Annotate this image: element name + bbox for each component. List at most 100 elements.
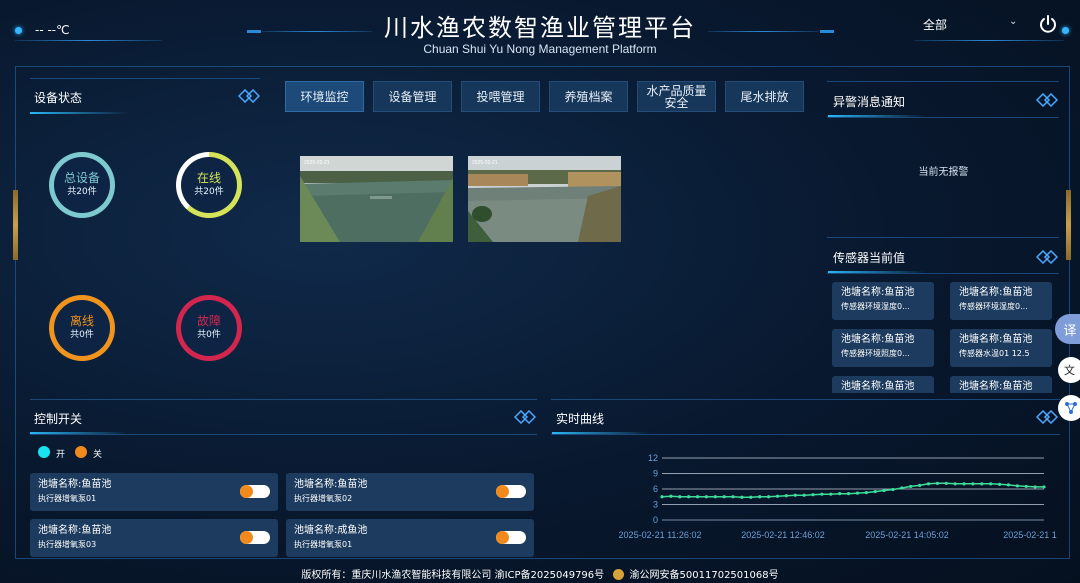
data-point [695, 495, 700, 499]
chevron-down-icon[interactable]: ⌄ [1009, 16, 1017, 27]
data-point [882, 488, 886, 493]
data-point [989, 482, 993, 486]
data-point [935, 481, 939, 485]
region-select[interactable]: 全部 [923, 16, 947, 33]
sensor-card[interactable]: 池塘名称:鱼苗池 [832, 376, 934, 393]
legend-on-dot [38, 446, 50, 458]
switch-toggle[interactable] [240, 531, 270, 544]
tab-environment-monitoring[interactable]: 环境监控 [285, 81, 364, 112]
camera-feed-1[interactable]: 2025-02-21 [300, 156, 453, 242]
ring-offline: 离线共0件 [49, 295, 115, 361]
sensor-card[interactable]: 池塘名称:鱼苗池 传感器水温01 12.5 [950, 329, 1052, 367]
diamond-icon [237, 88, 261, 104]
tab-breeding-records[interactable]: 养殖档案 [549, 81, 628, 112]
page-subtitle: Chuan Shui Yu Nong Management Platform [423, 42, 657, 56]
ring-label: 故障 [196, 314, 221, 328]
sensor-card-list[interactable]: 池塘名称:鱼苗池 传感器环境湿度0... 池塘名称:鱼苗池 传感器环境湿度0..… [827, 280, 1060, 393]
data-point [980, 482, 984, 486]
data-point [820, 492, 824, 496]
x-tick-label: 2025-02-21 11:26:02 [619, 530, 702, 540]
tab-device-management[interactable]: 设备管理 [373, 81, 452, 112]
footer-copyright: 版权所有：重庆川水渔农智能科技有限公司 渝ICP备2025049796号 [301, 570, 605, 581]
data-point [749, 495, 753, 499]
data-point [687, 495, 691, 499]
tab-feeding-management[interactable]: 投喂管理 [461, 81, 540, 112]
sensor-value: 传感器环境湿度0... [959, 302, 1028, 311]
frame-ornament [13, 190, 18, 260]
data-point [731, 495, 735, 499]
ring-total-devices: 总设备共20件 [49, 152, 115, 218]
alarm-empty-text: 当前无报警 [918, 167, 969, 178]
ring-count: 共20件 [194, 187, 224, 197]
translate-icon[interactable]: 文 [1058, 357, 1080, 383]
data-point [855, 491, 860, 495]
sensor-pond-name: 池塘名称:鱼苗池 [959, 287, 1033, 298]
data-point [713, 495, 717, 499]
switch-toggle[interactable] [496, 485, 526, 498]
diamond-icon [1035, 249, 1059, 265]
ring-label: 离线 [69, 314, 94, 328]
data-point [678, 495, 682, 499]
data-point [918, 483, 922, 487]
footer-police-record[interactable]: 渝公网安备50011702501068号 [630, 570, 779, 581]
data-point [758, 495, 762, 499]
data-point [900, 486, 904, 490]
data-point [926, 482, 931, 486]
ring-count: 共20件 [67, 187, 97, 197]
switch-card: 池塘名称:鱼苗池 执行器增氧泵01 [30, 473, 278, 511]
svg-text:2025-02-21: 2025-02-21 [472, 160, 498, 166]
ring-online: 在线共20件 [176, 152, 242, 218]
sensor-value: 传感器环境湿度0... [841, 302, 910, 311]
diamond-icon [1035, 92, 1059, 108]
tab-tailwater-discharge[interactable]: 尾水排放 [725, 81, 804, 112]
sensor-pond-name: 池塘名称:鱼苗池 [841, 287, 915, 298]
translate-tab[interactable]: 译 [1055, 314, 1080, 344]
data-point [784, 494, 788, 498]
sensor-value: 传感器水温01 12.5 [959, 349, 1030, 358]
tab-product-quality-safety[interactable]: 水产品质量安全 [637, 81, 716, 112]
svg-text:文: 文 [1064, 363, 1075, 377]
x-tick-label: 2025-02-21 12:46:02 [741, 530, 825, 540]
network-icon[interactable] [1058, 395, 1080, 421]
sensor-card[interactable]: 池塘名称:鱼苗池 传感器环境湿度0... [832, 282, 934, 320]
footer: 版权所有：重庆川水渔农智能科技有限公司 渝ICP备2025049796号 渝公网… [0, 566, 1080, 581]
switch-toggle[interactable] [240, 485, 270, 498]
camera-feed-2[interactable]: 2025-02-21 [468, 156, 621, 242]
legend-on-label: 开 [56, 450, 66, 460]
sensor-card[interactable]: 池塘名称:鱼苗池 传感器环境照度0... [832, 329, 934, 367]
control-title: 控制开关 [34, 412, 83, 426]
sensor-pond-name: 池塘名称:鱼苗池 [959, 334, 1033, 345]
svg-text:2025-02-21: 2025-02-21 [304, 160, 330, 166]
data-point [811, 493, 815, 497]
ring-count: 共0件 [197, 330, 221, 340]
data-point [1006, 483, 1011, 487]
ring-count: 共0件 [70, 330, 94, 340]
sensor-card[interactable]: 池塘名称:鱼苗池 [950, 376, 1052, 393]
diamond-icon [513, 409, 537, 425]
data-point [1024, 484, 1028, 489]
switch-card: 池塘名称:鱼苗池 执行器增氧泵03 [30, 519, 278, 557]
sensor-card[interactable]: 池塘名称:鱼苗池 传感器环境湿度0... [950, 282, 1052, 320]
realtime-line-chart[interactable]: 0 3 6 9 12 2025-02-21 11:26:02 2025-02-21 12:4… [600, 448, 1060, 548]
realtime-title: 实时曲线 [556, 412, 605, 426]
ring-label: 在线 [196, 171, 221, 185]
power-icon[interactable] [1038, 14, 1058, 34]
data-point [1042, 485, 1046, 489]
data-point [891, 487, 895, 492]
ring-label: 总设备 [63, 171, 100, 185]
switch-toggle[interactable] [496, 531, 526, 544]
data-point [775, 494, 780, 498]
data-point [873, 489, 877, 494]
y-tick-label: 0 [653, 515, 658, 525]
frame-ornament [1066, 190, 1071, 260]
data-point [740, 495, 744, 499]
data-point [846, 492, 851, 496]
data-point [971, 482, 975, 486]
data-point [793, 493, 797, 497]
sensor-pond-name: 池塘名称:鱼苗池 [841, 334, 915, 345]
page-title: 川水渔农数智渔业管理平台 [384, 14, 696, 42]
legend-off-label: 关 [93, 450, 103, 460]
data-point [704, 495, 709, 499]
data-point [829, 492, 833, 496]
switch-card: 池塘名称:鱼苗池 执行器增氧泵02 [286, 473, 534, 511]
